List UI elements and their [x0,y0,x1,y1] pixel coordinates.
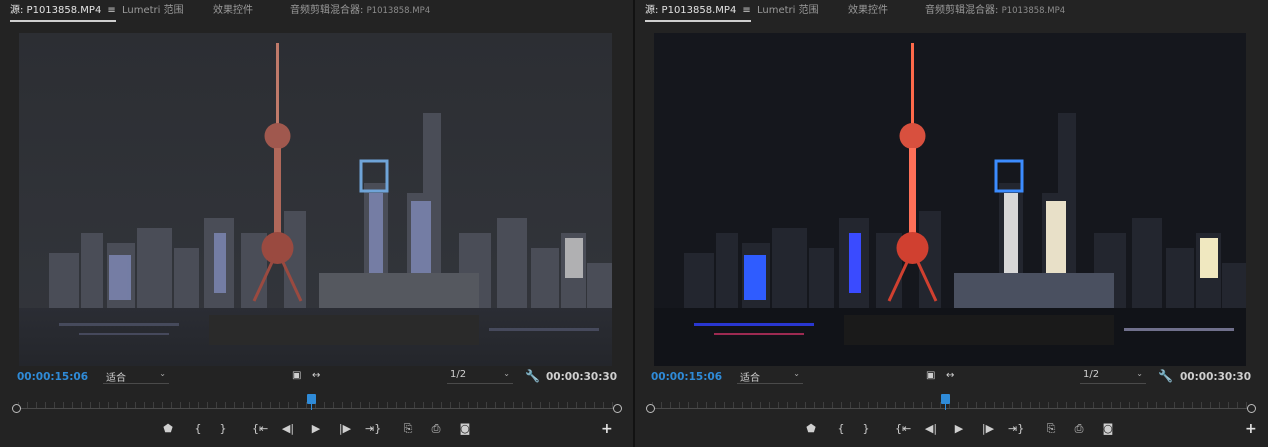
tab-lumetri[interactable]: Lumetri 范围 [122,4,184,18]
chevron-down-icon: ⌄ [159,369,166,378]
timeline-end-handle[interactable] [1247,404,1256,413]
timeline-scrubber[interactable] [12,394,622,420]
play-icon[interactable]: ▶ [308,422,324,436]
timeline-start-handle[interactable] [12,404,21,413]
timeline-scrubber[interactable] [646,394,1256,420]
tab-audio-clip-mixer[interactable]: 音频剪辑混合器: P1013858.MP4 [290,4,430,18]
playhead[interactable] [941,394,950,410]
step-forward-icon[interactable]: |▶ [980,422,996,436]
source-monitor-left: 源: P1013858.MP4 ≡ Lumetri 范围 效果控件 音频剪辑混合器… [0,0,633,447]
chevron-down-icon: ⌄ [1136,369,1143,378]
step-back-icon[interactable]: ◀| [280,422,296,436]
video-image [654,33,1246,366]
timeline-track[interactable] [652,408,1250,409]
tab-source[interactable]: 源: P1013858.MP4 ≡ [10,4,116,22]
source-monitor-compare: 源: P1013858.MP4 ≡ Lumetri 范围 效果控件 音频剪辑混合器… [0,0,1268,447]
tab-audio-clip-mixer[interactable]: 音频剪辑混合器: P1013858.MP4 [925,4,1065,18]
current-timecode[interactable]: 00:00:15:06 [651,371,722,383]
playhead[interactable] [307,394,316,410]
timeline-end-handle[interactable] [613,404,622,413]
hamburger-menu-icon[interactable]: ≡ [742,4,750,18]
resolution-select[interactable]: 1/2 ⌄ [1080,369,1146,384]
tab-mixer-file: P1013858.MP4 [1001,6,1066,16]
insert-icon[interactable]: ⎘ [400,422,416,436]
video-frame[interactable] [654,33,1246,366]
mark-out-icon[interactable]: } [858,422,874,436]
go-to-out-icon[interactable]: ⇥} [365,422,381,436]
mark-in-icon[interactable]: { [833,422,849,436]
tab-mixer-label: 音频剪辑混合器: [925,5,999,16]
tab-mixer-file: P1013858.MP4 [366,6,431,16]
wrench-icon[interactable]: 🔧 [1158,369,1173,383]
tab-effect-controls[interactable]: 效果控件 [848,4,888,18]
export-frame-icon[interactable]: ◙ [1100,422,1116,436]
tab-effect-controls[interactable]: 效果控件 [213,4,253,18]
zoom-select[interactable]: 适合 ⌄ [103,369,169,384]
timeline-start-handle[interactable] [646,404,655,413]
marker-icon[interactable]: ⬟ [160,422,176,436]
panel-tabs: 源: P1013858.MP4 ≡ Lumetri 范围 效果控件 音频剪辑混合器… [0,0,633,24]
tab-lumetri[interactable]: Lumetri 范围 [757,4,819,18]
resolution-select[interactable]: 1/2 ⌄ [447,369,513,384]
mark-in-icon[interactable]: { [190,422,206,436]
tab-source-label: 源: P1013858.MP4 [10,5,102,16]
transport-controls: ⬟ { } {⇤ ◀| ▶ |▶ ⇥} ⎘ ⎙ ◙ [635,420,1268,440]
panel-tabs: 源: P1013858.MP4 ≡ Lumetri 范围 效果控件 音频剪辑混合器… [635,0,1268,24]
duration-timecode: 00:00:30:30 [546,371,618,383]
play-icon[interactable]: ▶ [951,422,967,436]
go-to-in-icon[interactable]: {⇤ [252,422,268,436]
go-to-in-icon[interactable]: {⇤ [895,422,911,436]
zoom-value: 适合 [740,373,760,384]
zoom-select[interactable]: 适合 ⌄ [737,369,803,384]
plus-icon[interactable]: + [601,421,613,437]
resolution-value: 1/2 [450,369,467,380]
tab-source-label: 源: P1013858.MP4 [645,5,737,16]
transport-controls: ⬟ { } {⇤ ◀| ▶ |▶ ⇥} ⎘ ⎙ ◙ [0,420,633,440]
step-forward-icon[interactable]: |▶ [337,422,353,436]
mark-out-icon[interactable]: } [215,422,231,436]
duration-timecode: 00:00:30:30 [1180,371,1252,383]
safe-margins-icon[interactable]: ▣ [292,370,301,381]
export-frame-icon[interactable]: ◙ [457,422,473,436]
overwrite-icon[interactable]: ⎙ [1071,422,1087,436]
safe-margins-icon[interactable]: ▣ [926,370,935,381]
current-timecode[interactable]: 00:00:15:06 [17,371,88,383]
tab-mixer-label: 音频剪辑混合器: [290,5,364,16]
video-image [19,33,612,366]
marker-icon[interactable]: ⬟ [803,422,819,436]
insert-icon[interactable]: ⎘ [1043,422,1059,436]
chevron-down-icon: ⌄ [793,369,800,378]
plus-icon[interactable]: + [1245,421,1257,437]
overwrite-icon[interactable]: ⎙ [428,422,444,436]
step-back-icon[interactable]: ◀| [923,422,939,436]
timeline-track[interactable] [18,408,616,409]
tab-source[interactable]: 源: P1013858.MP4 ≡ [645,4,751,22]
drag-video-icon[interactable]: ↔ [312,370,320,381]
chevron-down-icon: ⌄ [503,369,510,378]
go-to-out-icon[interactable]: ⇥} [1008,422,1024,436]
video-frame[interactable] [19,33,612,366]
source-monitor-right: 源: P1013858.MP4 ≡ Lumetri 范围 效果控件 音频剪辑混合器… [635,0,1268,447]
wrench-icon[interactable]: 🔧 [525,369,540,383]
zoom-value: 适合 [106,373,126,384]
resolution-value: 1/2 [1083,369,1100,380]
drag-video-icon[interactable]: ↔ [946,370,954,381]
hamburger-menu-icon[interactable]: ≡ [107,4,115,18]
